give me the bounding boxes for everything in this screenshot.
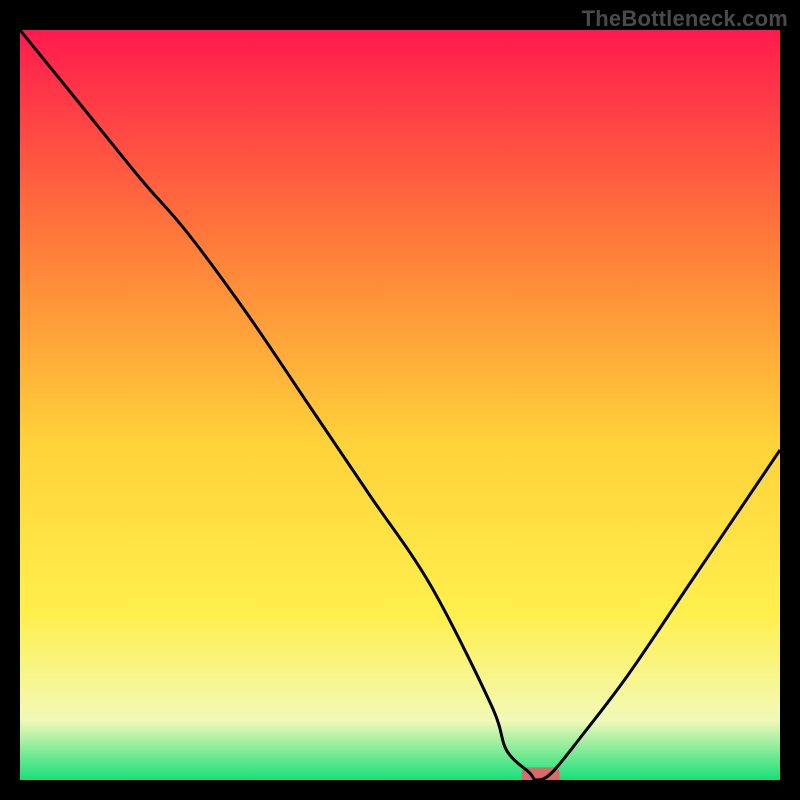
watermark-label: TheBottleneck.com — [582, 6, 788, 32]
gradient-background — [20, 30, 780, 780]
chart-svg — [20, 30, 780, 780]
plot-area — [20, 30, 780, 780]
chart-frame: TheBottleneck.com — [0, 0, 800, 800]
